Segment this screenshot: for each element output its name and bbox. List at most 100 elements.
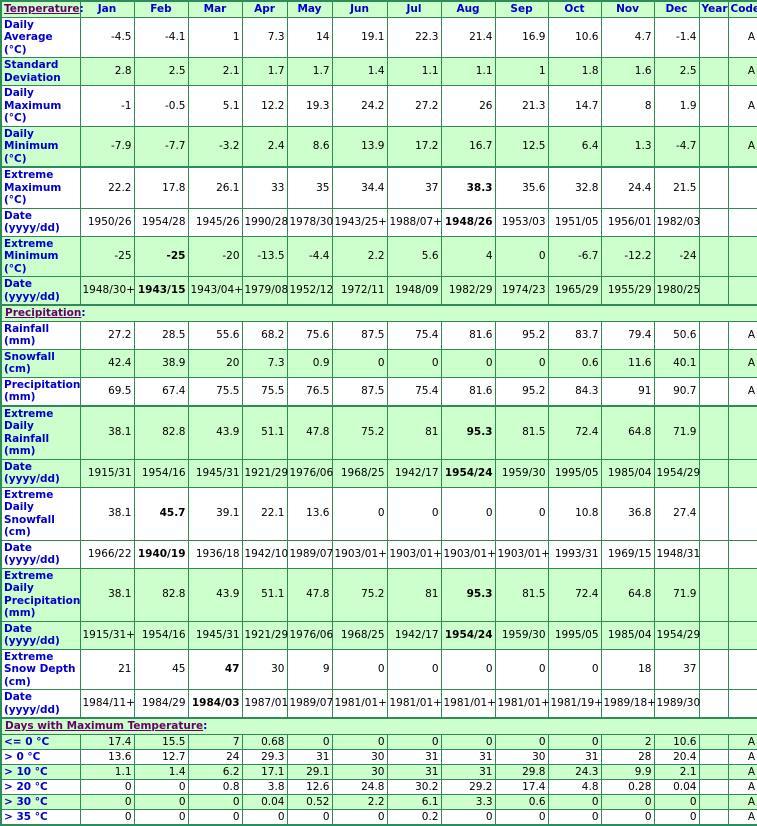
- value-cell: 27.4: [653, 486, 700, 541]
- value-cell: 13.9: [331, 125, 388, 168]
- value-cell: 0: [547, 793, 602, 810]
- value-cell: 24.8: [331, 778, 388, 795]
- column-header-nov: Nov: [600, 0, 655, 18]
- column-header-dec: Dec: [653, 0, 700, 18]
- value-cell: 1: [494, 57, 549, 86]
- value-cell: 2.5: [133, 57, 189, 86]
- value-cell: 0: [600, 808, 655, 825]
- value-cell: 38.9: [133, 348, 189, 378]
- value-cell: 75.5: [241, 376, 288, 407]
- value-cell: 1981/19+: [547, 689, 603, 719]
- column-header-aug: Aug: [440, 0, 496, 18]
- value-cell: -1: [79, 85, 135, 127]
- value-cell: 1948/30+: [79, 276, 135, 306]
- value-cell: 42.4: [79, 348, 135, 378]
- value-cell: 0: [187, 793, 243, 810]
- table-row: > 35 °C 0 0 0 0 0 0 0.2 0 0 0 0 0 A: [0, 808, 757, 825]
- value-cell: 2.1: [653, 763, 700, 780]
- value-cell: 1981/01+: [331, 689, 388, 719]
- value-cell: 22.1: [241, 486, 288, 541]
- value-cell: 0: [331, 733, 388, 750]
- value-cell: -25: [133, 235, 189, 277]
- value-cell: 1995/05: [547, 458, 602, 488]
- value-cell: 28: [600, 748, 655, 765]
- value-cell: 39.1: [187, 486, 243, 541]
- value-cell: 83.7: [547, 320, 602, 350]
- value-cell: 32.8: [547, 166, 602, 209]
- value-cell: 0.04: [241, 793, 288, 810]
- value-cell: 9: [286, 648, 333, 690]
- table-row: Extreme Minimum (°C) -25 -25 -20 -13.5 -4.4 2.…: [0, 235, 757, 277]
- code-cell: [727, 486, 757, 541]
- value-cell: 1.3: [600, 125, 655, 168]
- value-cell: 95.2: [494, 320, 549, 350]
- value-cell: 0: [331, 486, 388, 541]
- value-cell: 1950/26: [79, 207, 135, 237]
- value-cell: 28.5: [133, 320, 189, 350]
- table-row: Standard Deviation 2.8 2.5 2.1 1.7 1.7 1.4 1.1 1…: [0, 57, 757, 86]
- value-cell: 0: [386, 486, 442, 541]
- days-max-temp-section-link[interactable]: Days with Maximum Temperature: [5, 720, 203, 732]
- value-cell: 31: [386, 748, 442, 765]
- value-cell: 1.7: [241, 57, 288, 86]
- column-header-oct: Oct: [547, 0, 602, 18]
- value-cell: 8.6: [286, 125, 333, 168]
- code-cell: [727, 689, 757, 719]
- value-cell: 75.4: [386, 376, 442, 407]
- value-cell: 1985/04: [600, 620, 655, 650]
- table-row: Daily Maximum (°C) -1 -0.5 5.1 12.2 19.3 24.2 2…: [0, 85, 757, 127]
- table-row: > 0 °C 13.6 12.7 24 29.3 31 30 31 31 30 31 28 20.4 A: [0, 748, 757, 765]
- value-cell: 20: [187, 348, 243, 378]
- temperature-section-header: Temperature:: [0, 0, 84, 18]
- value-cell: 34.4: [331, 166, 388, 209]
- value-cell: 1984/29: [133, 689, 189, 719]
- value-cell: 45: [133, 648, 189, 690]
- value-cell: 31: [440, 748, 496, 765]
- row-label: Date (yyyy/dd): [0, 276, 81, 306]
- value-cell: 91: [600, 376, 655, 407]
- value-cell: 16.7: [440, 125, 496, 168]
- value-cell: 7.3: [241, 16, 288, 58]
- value-cell: 69.5: [79, 376, 135, 407]
- code-cell: [727, 620, 757, 650]
- value-cell: 51.1: [241, 567, 288, 622]
- table-row: Extreme Daily Rainfall (mm) 38.1 82.8 43.9 5…: [0, 405, 757, 460]
- precipitation-section-link[interactable]: Precipitation: [5, 307, 81, 319]
- value-cell: 1.1: [79, 763, 135, 780]
- value-cell: 1954/29: [653, 620, 700, 650]
- value-cell: 35: [286, 166, 333, 209]
- value-cell: 64.8: [600, 405, 655, 460]
- code-cell: A: [727, 85, 757, 127]
- value-cell: 17.4: [79, 733, 135, 750]
- table-row: Extreme Maximum (°C) 22.2 17.8 26.1 33 35 34.4…: [0, 166, 757, 209]
- value-cell: 1976/06: [286, 620, 333, 650]
- value-cell: 24.4: [600, 166, 655, 209]
- value-cell: 16.9: [494, 16, 549, 58]
- table-row: Extreme Daily Precipitation (mm) 38.1 82.8…: [0, 567, 757, 622]
- value-cell: 1980/25: [653, 276, 700, 306]
- value-cell: 0.9: [286, 348, 333, 378]
- row-label: Extreme Maximum (°C): [0, 166, 81, 209]
- climate-table-body: Daily Average (°C) -4.5 -4.1 1 7.3 14 19.1 22.3…: [0, 16, 757, 825]
- value-cell: 10.8: [547, 486, 602, 541]
- value-cell: -3.2: [187, 125, 243, 168]
- value-cell: 0: [133, 778, 189, 795]
- value-cell: 72.4: [547, 567, 602, 622]
- temperature-section-link[interactable]: Temperature: [4, 3, 80, 15]
- value-cell: 1948/09: [386, 276, 442, 306]
- value-cell: 1990/28: [241, 207, 288, 237]
- row-label: > 35 °C: [0, 808, 81, 825]
- value-cell: 1993/31: [547, 539, 602, 569]
- value-cell: 30.2: [386, 778, 442, 795]
- table-row: Rainfall (mm) 27.2 28.5 55.6 68.2 75.6 87.5 75.…: [0, 320, 757, 350]
- column-header-may: May: [286, 0, 333, 18]
- value-cell: 0: [331, 808, 388, 825]
- year-cell: [698, 125, 729, 168]
- value-cell: 17.1: [241, 763, 288, 780]
- year-cell: [698, 166, 729, 209]
- value-cell: 0: [547, 808, 602, 825]
- value-cell: 0: [331, 648, 388, 690]
- value-cell: -25: [79, 235, 135, 277]
- value-cell: 1921/29: [241, 620, 288, 650]
- value-cell: 47.8: [286, 567, 333, 622]
